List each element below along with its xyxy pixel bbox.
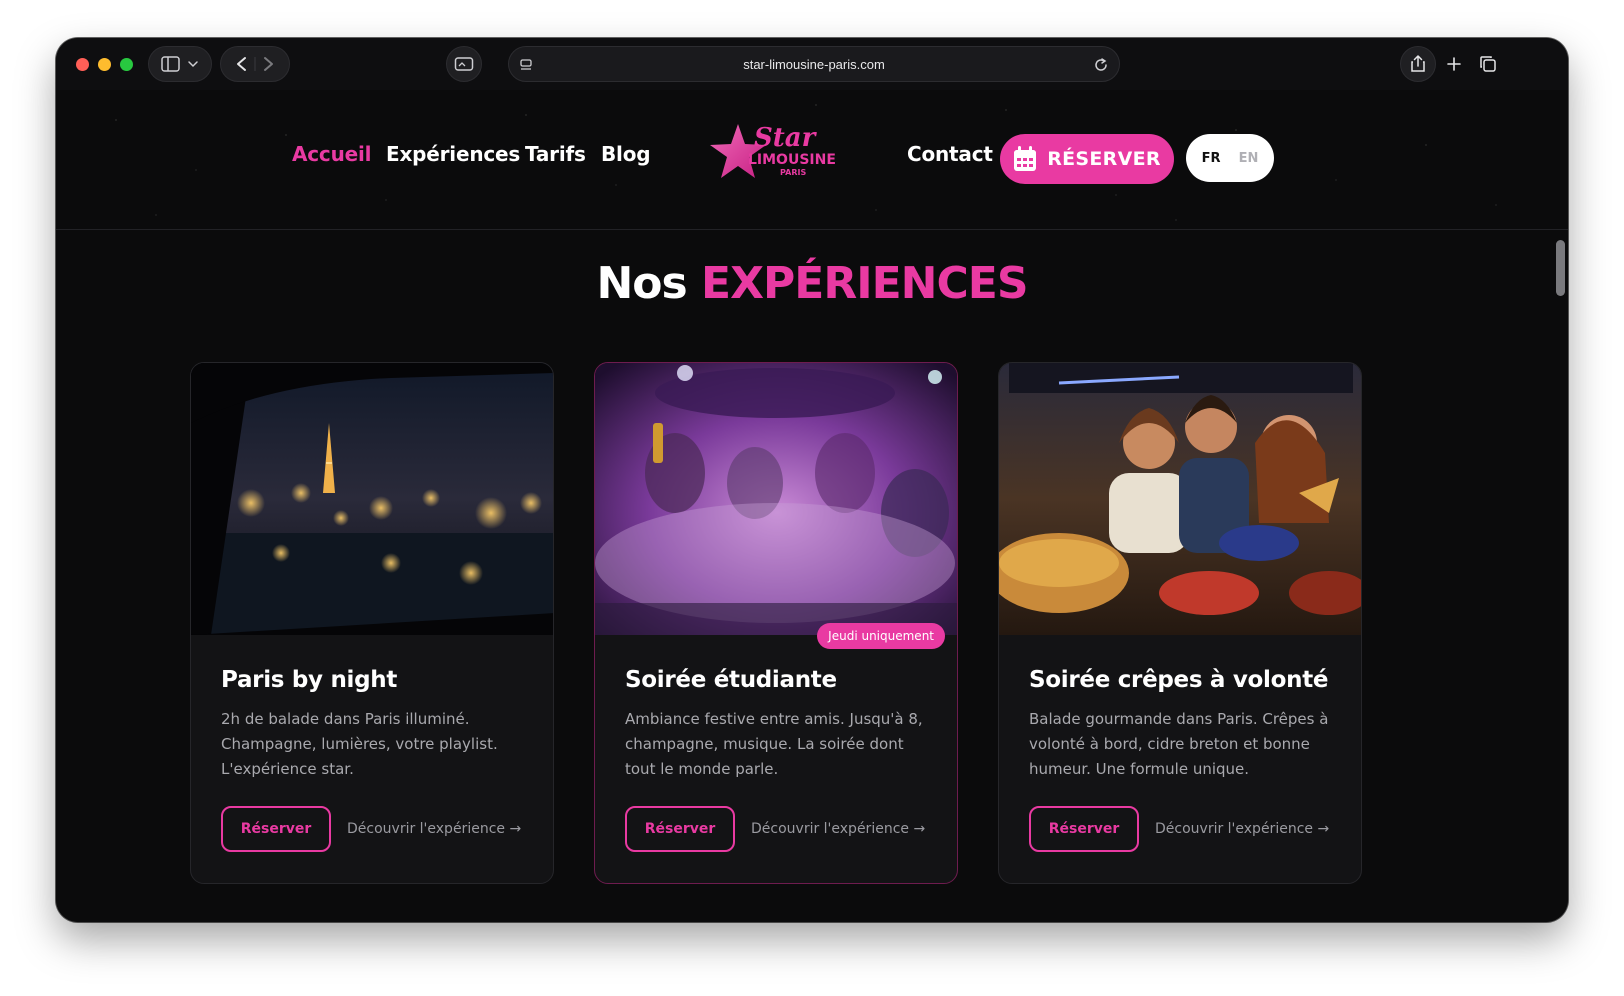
browser-toolbar: star-limousine-paris.com [56, 38, 1568, 90]
tabs-icon [1480, 56, 1496, 72]
card-reserve-button[interactable]: Réserver [625, 806, 735, 852]
forward-icon[interactable] [264, 57, 273, 71]
logo-limousine-text: LIMOUSINE [748, 152, 836, 168]
browser-window: star-limousine-paris.com Accueil Expérie… [56, 38, 1568, 922]
calendar-icon [1014, 146, 1037, 171]
share-button[interactable] [1400, 46, 1436, 82]
sidebar-toggle-button[interactable] [148, 46, 212, 82]
close-window-button[interactable] [76, 58, 89, 71]
experience-card-soiree-etudiante: Jeudi uniquement Soirée étudiante Ambian… [594, 362, 958, 884]
nav-experiences[interactable]: Expériences [386, 142, 520, 166]
experience-card-soiree-crepes: Soirée crêpes à volonté Balade gourmande… [998, 362, 1362, 884]
screen-icon [454, 57, 474, 71]
new-tab-button[interactable] [1436, 46, 1472, 82]
url-text: star-limousine-paris.com [743, 57, 885, 72]
card-description: Ambiance festive entre amis. Jusqu'à 8, … [625, 710, 923, 778]
logo-star-text: Star [754, 123, 818, 153]
experience-card-paris-by-night: Paris by night 2h de balade dans Paris i… [190, 362, 554, 884]
card-title: Soirée crêpes à volonté [1029, 667, 1329, 693]
card-discover-link[interactable]: Découvrir l'expérience → [1155, 821, 1329, 837]
logo-paris-text: PARIS [780, 168, 806, 177]
soiree-crepes-image [999, 363, 1361, 635]
card-description: Balade gourmande dans Paris. Crêpes à vo… [1029, 710, 1329, 778]
zoom-window-button[interactable] [120, 58, 133, 71]
sidebar-icon [161, 56, 198, 72]
soiree-etudiante-image [595, 363, 957, 635]
lang-en[interactable]: EN [1239, 151, 1259, 166]
nav-blog[interactable]: Blog [601, 142, 651, 166]
card-description: 2h de balade dans Paris illuminé. Champa… [221, 710, 498, 778]
paris-by-night-image [191, 363, 553, 635]
badge-jeudi-uniquement: Jeudi uniquement [817, 623, 945, 649]
star-limousine-logo[interactable]: Star LIMOUSINE PARIS [710, 120, 840, 190]
section-title-prefix: Nos [596, 258, 687, 309]
card-title: Soirée étudiante [625, 667, 837, 693]
site-header: Accueil Expériences Tarifs Blog Star LIM… [56, 90, 1568, 230]
tab-overview-button[interactable] [1470, 46, 1506, 82]
section-title-accent: EXPÉRIENCES [701, 258, 1028, 309]
lang-fr[interactable]: FR [1202, 151, 1221, 166]
card-reserve-button[interactable]: Réserver [1029, 806, 1139, 852]
nav-accueil[interactable]: Accueil [292, 142, 372, 166]
share-icon [1411, 55, 1425, 72]
nav-contact[interactable]: Contact [907, 142, 993, 166]
card-discover-link[interactable]: Découvrir l'expérience → [751, 821, 925, 837]
minimize-window-button[interactable] [98, 58, 111, 71]
address-bar[interactable]: star-limousine-paris.com [508, 46, 1120, 82]
reserve-header-button[interactable]: RÉSERVER [1000, 134, 1174, 184]
history-navigation [220, 46, 290, 82]
card-discover-link[interactable]: Découvrir l'expérience → [347, 821, 521, 837]
reader-view-button[interactable] [446, 46, 482, 82]
nav-tarifs[interactable]: Tarifs [525, 142, 586, 166]
reload-icon[interactable] [1093, 57, 1109, 73]
card-reserve-button[interactable]: Réserver [221, 806, 331, 852]
plus-icon [1447, 57, 1461, 71]
section-title: Nos EXPÉRIENCES [56, 258, 1568, 309]
reserve-header-label: RÉSERVER [1047, 148, 1161, 170]
back-icon[interactable] [237, 57, 246, 71]
card-title: Paris by night [221, 667, 398, 693]
web-page: Accueil Expériences Tarifs Blog Star LIM… [56, 90, 1568, 922]
language-switcher: FR EN [1186, 134, 1274, 182]
